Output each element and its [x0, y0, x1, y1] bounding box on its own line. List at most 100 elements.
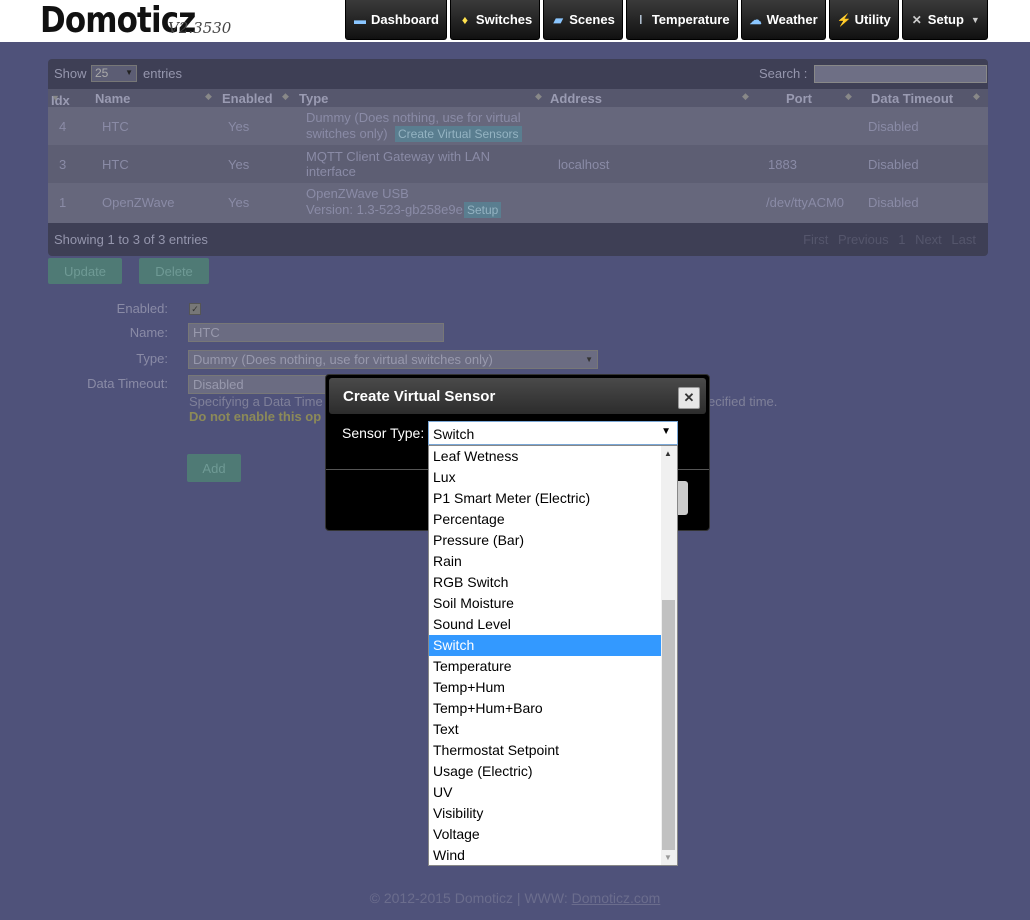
sensor-type-select[interactable]: Switch ▼ [428, 421, 678, 445]
nav-utility-button[interactable]: ⚡ Utility [828, 0, 899, 40]
option-rgb-switch[interactable]: RGB Switch [429, 572, 661, 593]
nav-switches-label: Switches [475, 12, 533, 27]
cell-type-line2: Version: 1.3-523-gb258e9e [306, 202, 463, 217]
page-size-value: 25 [95, 66, 109, 80]
show-label: Show [54, 66, 87, 81]
name-field[interactable]: HTC [188, 323, 444, 342]
table-header: Idx ▼ Name ◆ Enabled ◆ Type ◆ Address ◆ … [48, 89, 988, 108]
nav-weather-button[interactable]: ☁ Weather [740, 0, 826, 40]
search-input[interactable] [814, 65, 987, 83]
cell-port: /dev/ttyACM0 [766, 195, 845, 210]
option-sound-level[interactable]: Sound Level [429, 614, 661, 635]
sort-icon: ◆ [973, 91, 980, 101]
sort-icon: ▼ [51, 93, 60, 103]
option-rain[interactable]: Rain [429, 551, 661, 572]
option-lux[interactable]: Lux [429, 467, 661, 488]
page-footer: © 2012-2015 Domoticz | WWW: Domoticz.com [0, 890, 1030, 906]
table-footer: Showing 1 to 3 of 3 entries First Previo… [54, 232, 982, 247]
nav-utility-label: Utility [854, 12, 891, 27]
col-data-timeout[interactable]: Data Timeout [871, 91, 953, 106]
scroll-down-icon[interactable]: ▼ [664, 853, 672, 862]
table-row[interactable]: 1 OpenZWave Yes OpenZWave USB Version: 1… [48, 183, 988, 223]
chevron-down-icon: ▼ [125, 68, 133, 77]
cell-type-line2: interface [306, 164, 356, 179]
type-label: Type: [136, 351, 168, 366]
nav-scenes-button[interactable]: ▰ Scenes [543, 0, 623, 40]
nav-temperature-button[interactable]: ǀ Temperature [625, 0, 738, 40]
option-temp-hum[interactable]: Temp+Hum [429, 677, 661, 698]
col-name[interactable]: Name [95, 91, 130, 106]
chevron-down-icon: ▼ [585, 355, 593, 364]
option-usage-electric[interactable]: Usage (Electric) [429, 761, 661, 782]
table-row[interactable]: 3 HTC Yes MQTT Client Gateway with LAN i… [48, 145, 988, 183]
cell-name: OpenZWave [102, 195, 175, 210]
nav-dashboard-button[interactable]: ▬ Dashboard [345, 0, 447, 40]
cell-type-line2: switches only) [306, 126, 388, 141]
option-leaf-wetness[interactable]: Leaf Wetness [429, 446, 661, 467]
add-button[interactable]: Add [187, 454, 241, 482]
hardware-table: Show 25 ▼ entries Search : Idx ▼ Name ◆ … [48, 59, 988, 256]
col-port[interactable]: Port [786, 91, 812, 106]
pager-page-1[interactable]: 1 [898, 232, 905, 247]
monitor-icon: ▬ [354, 12, 366, 27]
app-version: V2.3530 [168, 19, 232, 37]
nav-switches-button[interactable]: ♦ Switches [449, 0, 541, 40]
data-timeout-hint: Specifying a Data Time [189, 394, 323, 409]
top-header: Domoticz V2.3530 ▬ Dashboard ♦ Switches ▰ S… [0, 0, 1030, 42]
listbox-scrollbar[interactable]: ▲ ▼ [661, 446, 677, 865]
type-select[interactable]: Dummy (Does nothing, use for virtual swi… [188, 350, 598, 369]
page-size-select[interactable]: 25 ▼ [91, 65, 137, 82]
footer-link[interactable]: Domoticz.com [572, 890, 661, 906]
pagination: First Previous 1 Next Last [803, 232, 976, 247]
option-wind[interactable]: Wind [429, 845, 661, 865]
scrollbar-thumb[interactable] [662, 600, 675, 850]
option-voltage[interactable]: Voltage [429, 824, 661, 845]
option-switch[interactable]: Switch [429, 635, 661, 656]
data-timeout-hint-end: ecified time. [708, 394, 778, 409]
enabled-checkbox[interactable]: ✓ [189, 303, 201, 315]
option-temperature[interactable]: Temperature [429, 656, 661, 677]
scroll-up-icon[interactable]: ▲ [664, 449, 672, 458]
table-row[interactable]: 4 HTC Yes Dummy (Does nothing, use for v… [48, 107, 988, 145]
clapperboard-icon: ▰ [553, 12, 563, 27]
option-percentage[interactable]: Percentage [429, 509, 661, 530]
create-virtual-sensors-button[interactable]: Create Virtual Sensors [395, 126, 522, 142]
option-pressure[interactable]: Pressure (Bar) [429, 530, 661, 551]
col-address[interactable]: Address [550, 91, 602, 106]
lightning-icon: ⚡ [836, 12, 852, 27]
pager-first[interactable]: First [803, 232, 828, 247]
option-p1-smart-meter[interactable]: P1 Smart Meter (Electric) [429, 488, 661, 509]
close-icon[interactable]: ✕ [678, 387, 700, 409]
entries-label: entries [143, 66, 183, 81]
option-uv[interactable]: UV [429, 782, 661, 803]
col-type[interactable]: Type [299, 91, 328, 106]
option-visibility[interactable]: Visibility [429, 803, 661, 824]
pager-previous[interactable]: Previous [838, 232, 889, 247]
sensor-type-value: Switch [433, 426, 475, 442]
cell-idx: 4 [59, 119, 67, 134]
option-text[interactable]: Text [429, 719, 661, 740]
sort-icon: ◆ [742, 91, 749, 101]
chevron-down-icon: ▼ [661, 426, 671, 437]
dialog-title: Create Virtual Sensor [343, 388, 496, 405]
pager-last[interactable]: Last [951, 232, 976, 247]
option-thermostat-setpoint[interactable]: Thermostat Setpoint [429, 740, 661, 761]
pager-next[interactable]: Next [915, 232, 942, 247]
cell-enabled: Yes [228, 195, 250, 210]
update-button[interactable]: Update [48, 258, 122, 284]
sort-icon: ◆ [282, 91, 289, 101]
setup-button[interactable]: Setup [464, 202, 502, 218]
dialog-ok-button[interactable] [678, 481, 688, 515]
option-temp-hum-baro[interactable]: Temp+Hum+Baro [429, 698, 661, 719]
col-enabled[interactable]: Enabled [222, 91, 273, 106]
main-nav: ▬ Dashboard ♦ Switches ▰ Scenes ǀ Temperatur… [345, 0, 991, 42]
cell-port: 1883 [768, 157, 797, 172]
delete-button[interactable]: Delete [139, 258, 209, 284]
tools-icon: ✕ [911, 12, 922, 27]
option-soil-moisture[interactable]: Soil Moisture [429, 593, 661, 614]
cell-timeout: Disabled [868, 195, 919, 210]
nav-setup-label: Setup [927, 12, 964, 27]
data-timeout-select[interactable]: Disabled [188, 375, 328, 394]
nav-setup-button[interactable]: ✕ Setup ▼ [901, 0, 988, 40]
sensor-type-label: Sensor Type: [342, 425, 425, 441]
